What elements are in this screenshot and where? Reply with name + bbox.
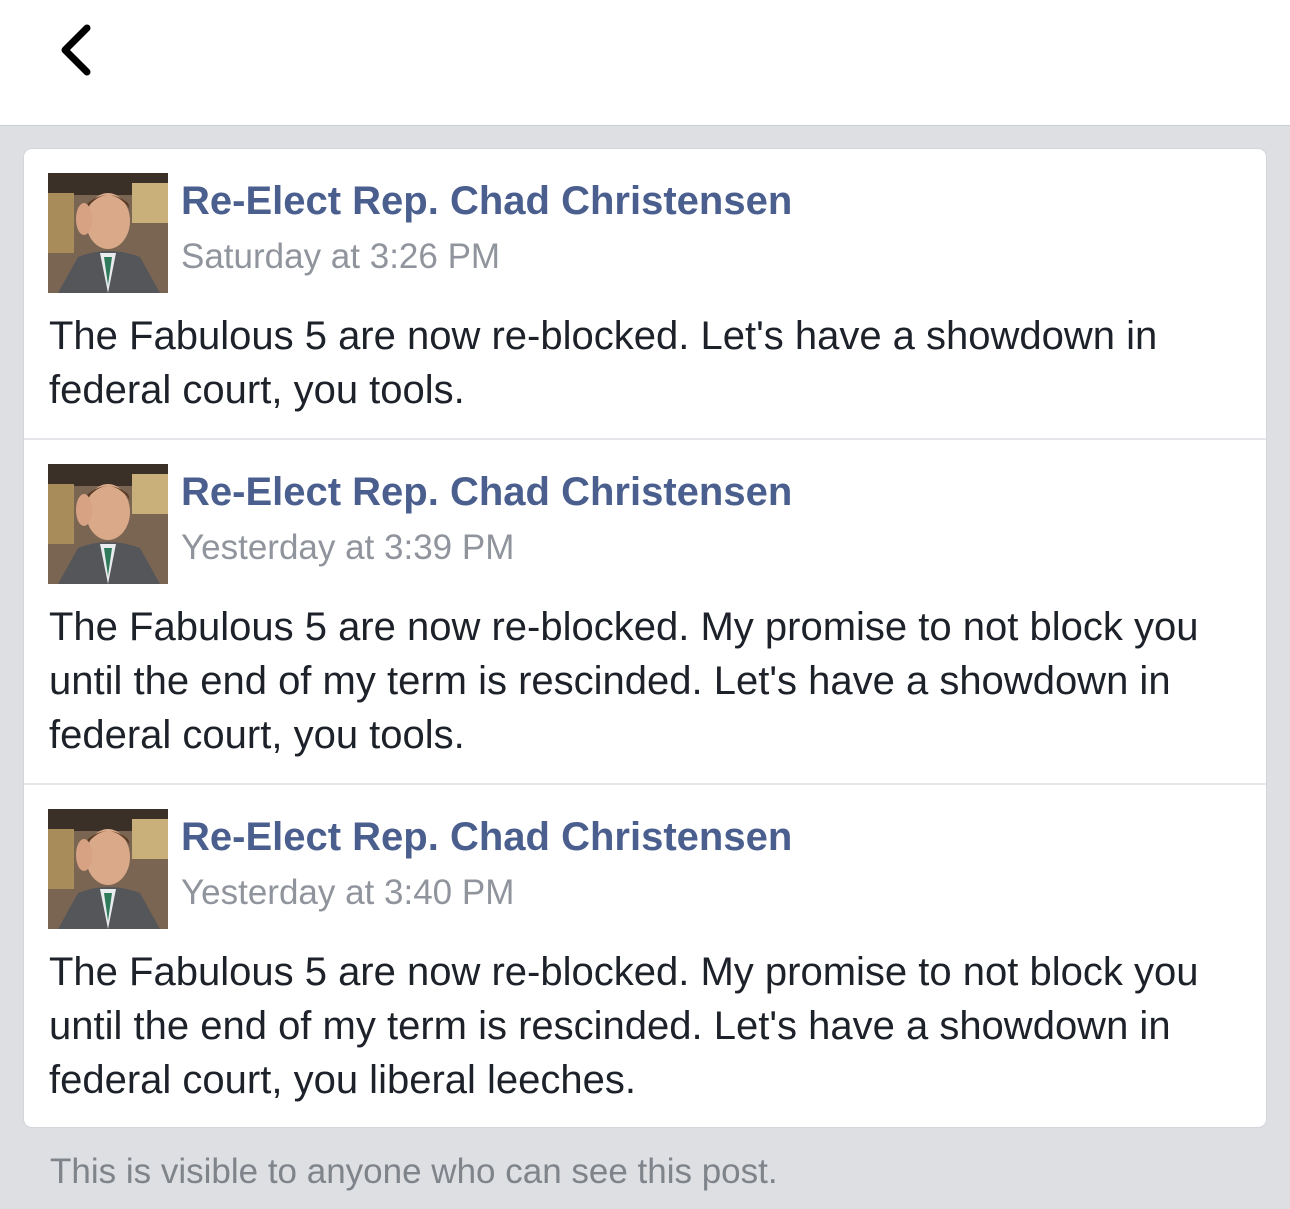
- post-author[interactable]: Re-Elect Rep. Chad Christensen: [181, 470, 792, 515]
- chevron-left-icon: [61, 24, 91, 76]
- post-author[interactable]: Re-Elect Rep. Chad Christensen: [181, 179, 792, 224]
- post-text: The Fabulous 5 are now re-blocked. My pr…: [49, 605, 1199, 757]
- post-version: Re-Elect Rep. Chad Christensen Yesterday…: [24, 783, 1266, 1127]
- avatar[interactable]: [48, 809, 168, 929]
- post-author[interactable]: Re-Elect Rep. Chad Christensen: [181, 815, 792, 860]
- post-text: The Fabulous 5 are now re-blocked. My pr…: [49, 950, 1199, 1102]
- avatar[interactable]: [48, 173, 168, 293]
- top-navigation-bar: [0, 0, 1290, 126]
- post-timestamp[interactable]: Yesterday at 3:40 PM: [181, 873, 514, 913]
- back-button[interactable]: [40, 15, 110, 85]
- post-timestamp[interactable]: Yesterday at 3:39 PM: [181, 528, 514, 568]
- post-timestamp[interactable]: Saturday at 3:26 PM: [181, 237, 500, 277]
- post-history-card: Re-Elect Rep. Chad Christensen Saturday …: [24, 149, 1266, 1127]
- post-version: Re-Elect Rep. Chad Christensen Saturday …: [24, 149, 1266, 438]
- post-text: The Fabulous 5 are now re-blocked. Let's…: [49, 314, 1158, 412]
- avatar[interactable]: [48, 464, 168, 584]
- visibility-note: This is visible to anyone who can see th…: [50, 1152, 778, 1191]
- post-version: Re-Elect Rep. Chad Christensen Yesterday…: [24, 438, 1266, 785]
